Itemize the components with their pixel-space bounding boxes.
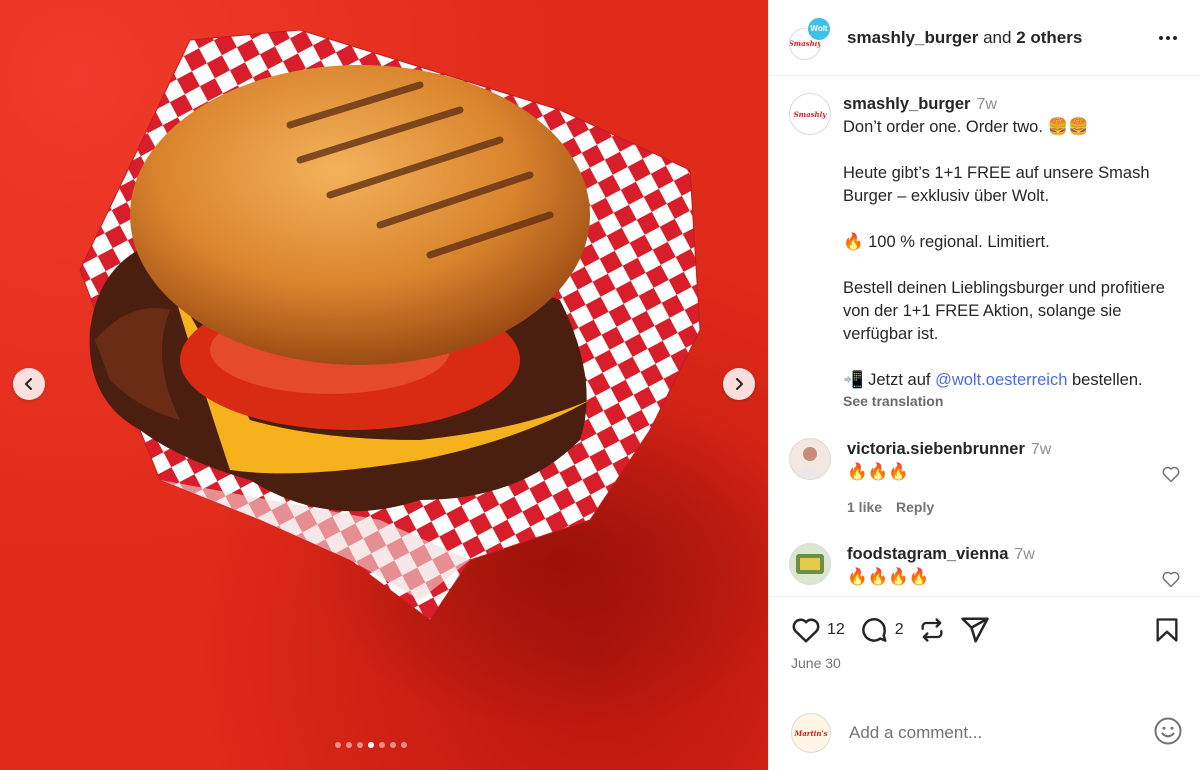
carousel-dot (357, 742, 363, 748)
comment-count[interactable]: 2 (895, 621, 904, 639)
comment-body: victoria.siebenbrunner 7w 🔥🔥🔥 1 like Reply (847, 438, 1051, 519)
caption-line: 🔥 100 % regional. Limitiert. (843, 233, 1050, 251)
more-horizontal-icon (1159, 36, 1177, 40)
comment-like-button[interactable] (1161, 569, 1181, 594)
author-username[interactable]: smashly_burger (847, 28, 978, 47)
comment-body: foodstagram_vienna 7w 🔥🔥🔥🔥 (847, 543, 1035, 589)
post-actions: 12 2 June 30 (769, 596, 1200, 696)
comment-username[interactable]: foodstagram_vienna (847, 545, 1008, 563)
emoji-smile-icon (1154, 717, 1182, 745)
send-icon (960, 617, 989, 643)
heart-outline-icon (1162, 466, 1180, 483)
comment-like-button[interactable] (1161, 464, 1181, 489)
bookmark-icon (1156, 618, 1178, 642)
more-options-button[interactable] (1156, 26, 1180, 50)
chevron-left-icon (25, 378, 32, 390)
mention-link[interactable]: @wolt.oesterreich (935, 371, 1067, 389)
comment-bubble-icon (861, 618, 887, 642)
like-button[interactable]: 12 (791, 615, 845, 645)
caption-line: Don’t order one. Order two. 🍔🍔 (843, 118, 1089, 136)
avatar-logo-text: Smashly (793, 109, 827, 119)
caption-line: 📲 Jetzt auf @wolt.oesterreich bestellen. (843, 369, 1181, 392)
commenter-avatar[interactable] (789, 543, 831, 585)
carousel-dot-active (368, 742, 374, 748)
post-header: Smashly Wolt smashly_burger and 2 others (769, 0, 1200, 76)
post-date[interactable]: June 30 (791, 655, 841, 671)
post-authors: smashly_burger and 2 others (847, 28, 1082, 48)
heart-icon (792, 618, 820, 643)
repost-button[interactable] (918, 616, 946, 644)
caption-text: 📲 Jetzt auf (843, 371, 936, 389)
person-icon (796, 447, 824, 477)
carousel-dot (390, 742, 396, 748)
caption-line: Heute gibt’s 1+1 FREE auf unsere Smash B… (843, 164, 1150, 205)
food-icon (796, 554, 824, 574)
reply-button[interactable]: Reply (896, 499, 934, 515)
comment: victoria.siebenbrunner 7w 🔥🔥🔥 1 like Reply (769, 438, 1200, 519)
comment-likes-link[interactable]: 1 like (847, 499, 882, 515)
caption-body: smashly_burger 7w Don’t order one. Order … (843, 93, 1181, 410)
collaborators-link[interactable]: 2 others (1016, 28, 1082, 47)
post-media (0, 0, 768, 770)
caption-line: Bestell deinen Lieblingsburger und profi… (843, 279, 1165, 343)
heart-outline-icon (1162, 571, 1180, 588)
caption-time[interactable]: 7w (976, 96, 996, 113)
current-user-avatar[interactable]: Martin's (791, 713, 831, 753)
carousel-dot (335, 742, 341, 748)
post-caption: Smashly smashly_burger 7w Don’t order one… (769, 77, 1200, 410)
comment-button[interactable]: 2 (859, 615, 904, 645)
comment-username[interactable]: victoria.siebenbrunner (847, 440, 1025, 458)
caption-author-avatar[interactable]: Smashly (789, 93, 831, 135)
like-count[interactable]: 12 (827, 621, 845, 639)
comment-input[interactable] (849, 723, 1149, 743)
collab-avatar-badge[interactable]: Wolt (806, 15, 832, 42)
commenter-avatar[interactable] (789, 438, 831, 480)
burger-photo (79, 29, 768, 730)
caption-text: bestellen. (1067, 371, 1143, 389)
emoji-button[interactable] (1153, 716, 1183, 751)
comment-text: 🔥🔥🔥🔥 (847, 568, 930, 586)
save-button[interactable] (1153, 615, 1181, 650)
next-image-button[interactable] (723, 368, 755, 400)
avatar-logo-text: Martin's (794, 728, 828, 738)
post-sidebar: Smashly Wolt smashly_burger and 2 others… (768, 0, 1200, 770)
carousel-dot (401, 742, 407, 748)
carousel-indicator (335, 742, 407, 748)
comment-time[interactable]: 7w (1014, 546, 1034, 563)
authors-and: and (983, 27, 1012, 47)
repost-icon (921, 618, 943, 642)
comment-text: 🔥🔥🔥 (847, 463, 909, 481)
author-avatars[interactable]: Smashly Wolt (789, 15, 833, 60)
comments-scroll-area[interactable]: Smashly smashly_burger 7w Don’t order one… (769, 77, 1200, 595)
previous-image-button[interactable] (13, 368, 45, 400)
chevron-right-icon (736, 378, 743, 390)
carousel-dot (379, 742, 385, 748)
comment-time[interactable]: 7w (1031, 441, 1051, 458)
add-comment-bar: Martin's (769, 696, 1200, 770)
comment: foodstagram_vienna 7w 🔥🔥🔥🔥 (769, 543, 1200, 589)
caption-username[interactable]: smashly_burger (843, 95, 970, 113)
carousel-dot (346, 742, 352, 748)
share-button[interactable] (960, 615, 990, 645)
see-translation-link[interactable]: See translation (843, 392, 1181, 410)
